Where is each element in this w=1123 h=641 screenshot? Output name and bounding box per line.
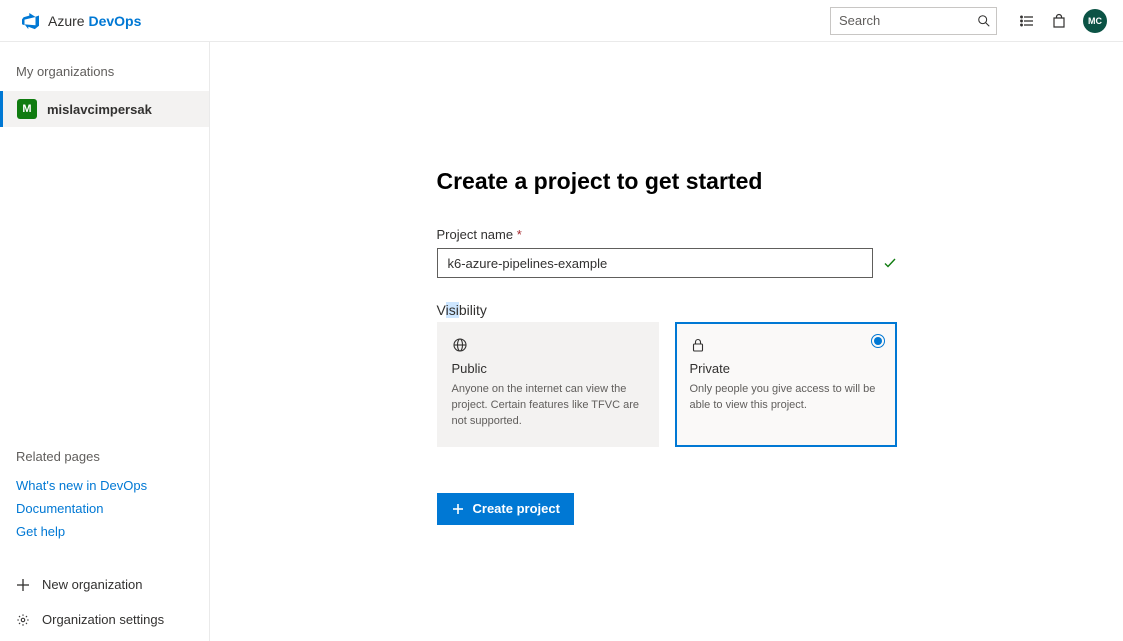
radio-selected-icon: [871, 334, 885, 348]
gear-icon: [16, 613, 30, 627]
org-badge: M: [17, 99, 37, 119]
check-icon: [883, 256, 897, 270]
link-documentation[interactable]: Documentation: [0, 497, 209, 520]
search-wrap: [830, 7, 997, 35]
visibility-option-public[interactable]: Public Anyone on the internet can view t…: [437, 322, 659, 447]
create-project-label: Create project: [473, 501, 560, 516]
azure-devops-logo-icon: [22, 12, 40, 30]
sidebar-section-title: My organizations: [0, 64, 209, 91]
private-title: Private: [690, 361, 882, 376]
related-pages-title: Related pages: [0, 449, 209, 474]
brand-text: Azure DevOps: [48, 13, 141, 29]
link-get-help[interactable]: Get help: [0, 520, 209, 543]
avatar[interactable]: MC: [1083, 9, 1107, 33]
lock-icon: [690, 337, 882, 353]
search-input[interactable]: [830, 7, 997, 35]
private-desc: Only people you give access to will be a…: [690, 382, 882, 414]
sidebar-org-item[interactable]: M mislavcimpersak: [0, 91, 209, 127]
globe-icon: [452, 337, 644, 353]
new-organization-button[interactable]: New organization: [0, 567, 209, 602]
organization-settings-button[interactable]: Organization settings: [0, 602, 209, 641]
project-name-label: Project name *: [437, 227, 897, 242]
visibility-option-private[interactable]: Private Only people you give access to w…: [675, 322, 897, 447]
public-desc: Anyone on the internet can view the proj…: [452, 382, 644, 430]
project-name-input[interactable]: [437, 248, 873, 278]
brand[interactable]: Azure DevOps: [22, 12, 141, 30]
list-icon[interactable]: [1011, 5, 1043, 37]
shopping-bag-icon[interactable]: [1043, 5, 1075, 37]
public-title: Public: [452, 361, 644, 376]
new-organization-label: New organization: [42, 577, 142, 592]
organization-settings-label: Organization settings: [42, 612, 164, 627]
header: Azure DevOps MC: [0, 0, 1123, 42]
create-project-button[interactable]: Create project: [437, 493, 574, 525]
org-name: mislavcimpersak: [47, 102, 152, 117]
main: Create a project to get started Project …: [210, 42, 1123, 641]
plus-icon: [16, 578, 30, 592]
sidebar: My organizations M mislavcimpersak Relat…: [0, 42, 210, 641]
search-icon: [977, 14, 991, 28]
plus-icon: [451, 502, 465, 516]
visibility-label: Visibility: [437, 302, 897, 318]
page-title: Create a project to get started: [437, 168, 897, 195]
link-whats-new[interactable]: What's new in DevOps: [0, 474, 209, 497]
